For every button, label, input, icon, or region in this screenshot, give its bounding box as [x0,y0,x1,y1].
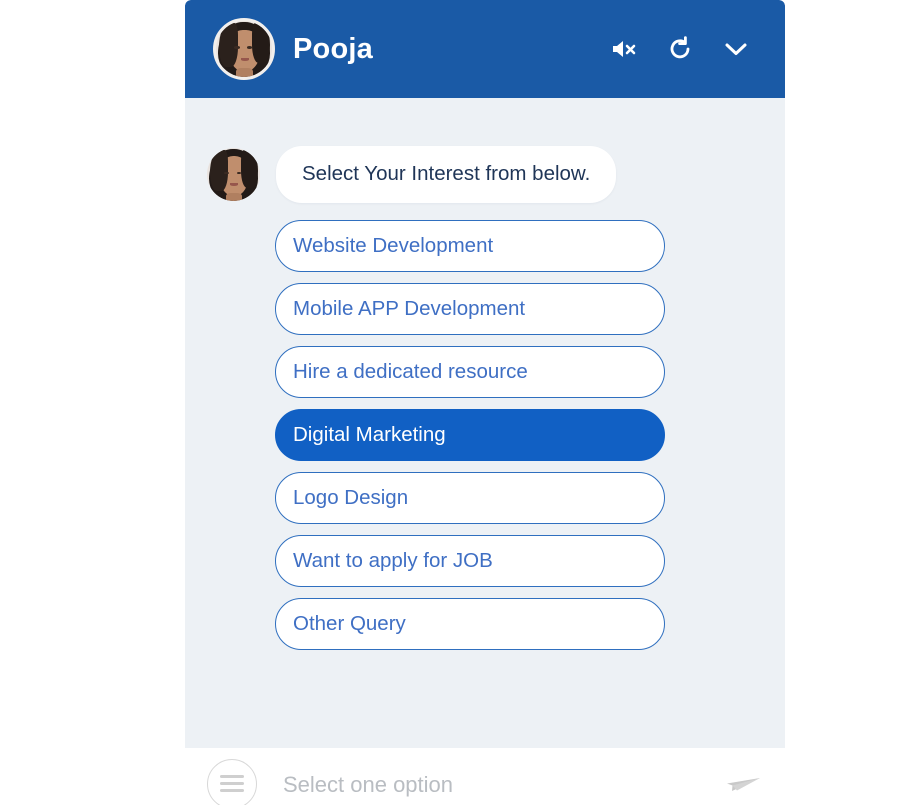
page-title: Pooja [293,32,373,65]
avatar [213,18,275,80]
avatar-portrait [216,21,272,77]
bot-message-row: Select Your Interest from below. [207,146,617,203]
page-root: Pooja Select Your Interest from below. W… [0,0,920,805]
bot-avatar [207,148,260,201]
message-input[interactable] [283,771,721,798]
chevron-down-icon[interactable] [721,34,751,64]
bot-message-bubble: Select Your Interest from below. [276,146,617,203]
send-icon[interactable] [721,764,767,804]
chat-header: Pooja [185,0,785,98]
option-logo-design[interactable]: Logo Design [275,472,665,524]
option-other-query[interactable]: Other Query [275,598,665,650]
chat-widget: Pooja Select Your Interest from below. W… [185,0,785,805]
option-want-to-apply-for-job[interactable]: Want to apply for JOB [275,535,665,587]
composer-bar [185,748,785,805]
option-list: Website Development Mobile APP Developme… [275,220,665,650]
mute-icon[interactable] [609,34,639,64]
option-website-development[interactable]: Website Development [275,220,665,272]
refresh-icon[interactable] [665,34,695,64]
bot-avatar-portrait [207,148,260,201]
option-hire-a-dedicated-resource[interactable]: Hire a dedicated resource [275,346,665,398]
hamburger-menu-icon[interactable] [207,758,257,805]
option-digital-marketing[interactable]: Digital Marketing [275,409,665,461]
chat-message-area: Select Your Interest from below. Website… [185,98,785,748]
header-actions [609,34,751,64]
option-mobile-app-development[interactable]: Mobile APP Development [275,283,665,335]
